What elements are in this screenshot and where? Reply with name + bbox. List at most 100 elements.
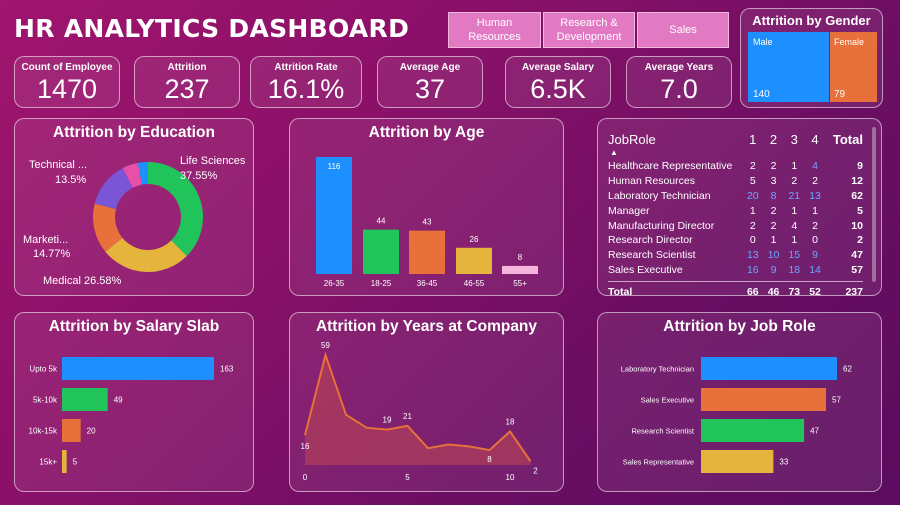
table-header: JobRole 1 2 3 4 Total	[608, 129, 863, 149]
female-label: Female	[834, 37, 865, 47]
age-bar-2[interactable]	[409, 230, 445, 274]
table-row: Research Scientist 13 10 15 9 47	[608, 248, 863, 263]
kpi-label: Average Age	[399, 62, 461, 73]
kpi-value: 6.5K	[530, 74, 586, 104]
table-cell-name: Human Resources	[608, 175, 695, 188]
table-cell-name: Manager	[608, 204, 650, 217]
hbar-category: 5k-10k	[33, 396, 58, 405]
age-bar-3[interactable]	[456, 247, 492, 274]
table-cell-c4: 9	[812, 249, 818, 262]
edu-label-marketing-pct: 14.77%	[33, 248, 71, 260]
table-cell-c1: 20	[746, 189, 759, 202]
age-bar-value: 26	[470, 235, 479, 244]
kpi-label: Average Years	[644, 62, 714, 73]
age-card: Attrition by Age 116 26-35 44 18-25 43 36-45 2…	[289, 118, 564, 296]
table-row: Research Director 0 1 1 0 2	[608, 233, 863, 248]
table-row: Laboratory Technician 20 8 21 13 62	[608, 189, 863, 204]
table-row: Human Resources 5 3 2 2 12	[608, 174, 863, 189]
hbar-0[interactable]	[701, 357, 837, 380]
kpi-label: Attrition	[167, 62, 207, 73]
jobrole-table: JobRole 1 2 3 4 Total ▲ Healthcare Repre…	[608, 129, 863, 299]
table-cell-total: 62	[851, 189, 863, 202]
table-cell-total: 57	[851, 263, 863, 276]
age-axis-label: 36-45	[417, 279, 438, 288]
hbar-3[interactable]	[701, 450, 774, 473]
table-cell-c4: 14	[809, 263, 821, 276]
hbar-category: Sales Representative	[623, 458, 694, 467]
female-value: 79	[834, 89, 846, 100]
hbar-category: 10k-15k	[29, 427, 58, 436]
table-cell-total: 10	[851, 219, 863, 232]
table-cell-c2: 2	[770, 204, 777, 217]
hbar-value: 62	[843, 365, 852, 374]
table-cell-c2: 2	[770, 219, 777, 232]
filter-sales[interactable]: Sales	[637, 12, 729, 48]
table-cell-total: 47	[851, 249, 863, 262]
age-bar-1[interactable]	[363, 229, 399, 274]
hbar-value: 163	[220, 365, 234, 374]
gender-female-tile[interactable]: Female 79	[830, 32, 877, 102]
years-point-label: 19	[383, 416, 392, 425]
table-cell-name: Research Director	[608, 234, 693, 247]
years-x-tick: 5	[405, 473, 410, 482]
dashboard-title: HR ANALYTICS DASHBOARD	[14, 14, 410, 43]
table-cell-c3: 18	[788, 263, 801, 276]
table-cell-name: Manufacturing Director	[608, 219, 715, 232]
kpi-value: 37	[414, 74, 446, 104]
table-cell-total: 2	[857, 234, 863, 247]
filter-research-development[interactable]: Research & Development	[543, 12, 635, 48]
sort-arrow-icon[interactable]: ▲	[610, 149, 863, 159]
years-x-tick: 10	[506, 473, 515, 482]
table-cell-c3: 1	[791, 204, 798, 217]
table-cell-c2: 10	[767, 249, 780, 262]
hbar-category: Laboratory Technician	[621, 365, 694, 374]
hbar-1[interactable]	[701, 388, 827, 411]
jobrole-bar-chart: Laboratory Technician 62 Sales Executive 57…	[621, 357, 852, 473]
age-axis-label: 46-55	[464, 279, 485, 288]
hbar-0[interactable]	[62, 357, 214, 380]
total-c1: 66	[746, 285, 759, 298]
kpi-average-years: Average Years 7.0	[626, 56, 732, 108]
header-c2[interactable]: 2	[763, 132, 784, 147]
hbar-value: 20	[87, 427, 96, 436]
table-cell-c4: 4	[812, 160, 818, 173]
table-cell-c3: 4	[791, 219, 798, 232]
age-bar-4[interactable]	[502, 265, 538, 274]
edu-label-life-pct: 37.55%	[180, 170, 218, 182]
table-cell-c2: 8	[770, 189, 777, 202]
header-c4[interactable]: 4	[805, 132, 826, 147]
table-cell-c3: 2	[791, 175, 798, 188]
table-cell-total: 5	[857, 204, 863, 217]
table-cell-total: 9	[857, 160, 863, 173]
age-axis-label: 18-25	[371, 279, 392, 288]
header-jobrole[interactable]: JobRole	[608, 132, 742, 147]
kpi-value: 16.1%	[267, 74, 345, 104]
total-c4: 52	[809, 285, 821, 298]
years-point-label: 8	[487, 455, 492, 464]
table-cell-name: Healthcare Representative	[608, 160, 733, 173]
hbar-2[interactable]	[62, 419, 81, 442]
hbar-category: Upto 5k	[29, 365, 58, 374]
hbar-1[interactable]	[62, 388, 108, 411]
age-bar-0[interactable]	[316, 157, 352, 274]
table-cell-c2: 3	[770, 175, 777, 188]
kpi-value: 7.0	[660, 74, 698, 104]
hbar-3[interactable]	[62, 450, 67, 473]
table-cell-c1: 13	[746, 249, 759, 262]
hbar-2[interactable]	[701, 419, 805, 442]
header-c3[interactable]: 3	[784, 132, 805, 147]
age-bar-value: 43	[423, 218, 432, 227]
kpi-value: 1470	[36, 74, 98, 104]
table-scrollbar[interactable]	[872, 127, 876, 282]
gender-male-tile[interactable]: Male 140	[748, 32, 829, 102]
header-c1[interactable]: 1	[742, 132, 763, 147]
total-c2: 46	[767, 285, 780, 298]
filter-human-resources[interactable]: Human Resources	[448, 12, 541, 48]
edu-label-technical-pct: 13.5%	[55, 174, 86, 186]
hbar-category: 15k+	[39, 458, 57, 467]
salary-card: Attrition by Salary Slab Upto 5k 163 5k-10…	[14, 312, 254, 492]
years-x-tick: 0	[303, 473, 308, 482]
header-total[interactable]: Total	[825, 132, 863, 147]
table-cell-c1: 16	[746, 263, 759, 276]
hbar-value: 47	[810, 427, 819, 436]
